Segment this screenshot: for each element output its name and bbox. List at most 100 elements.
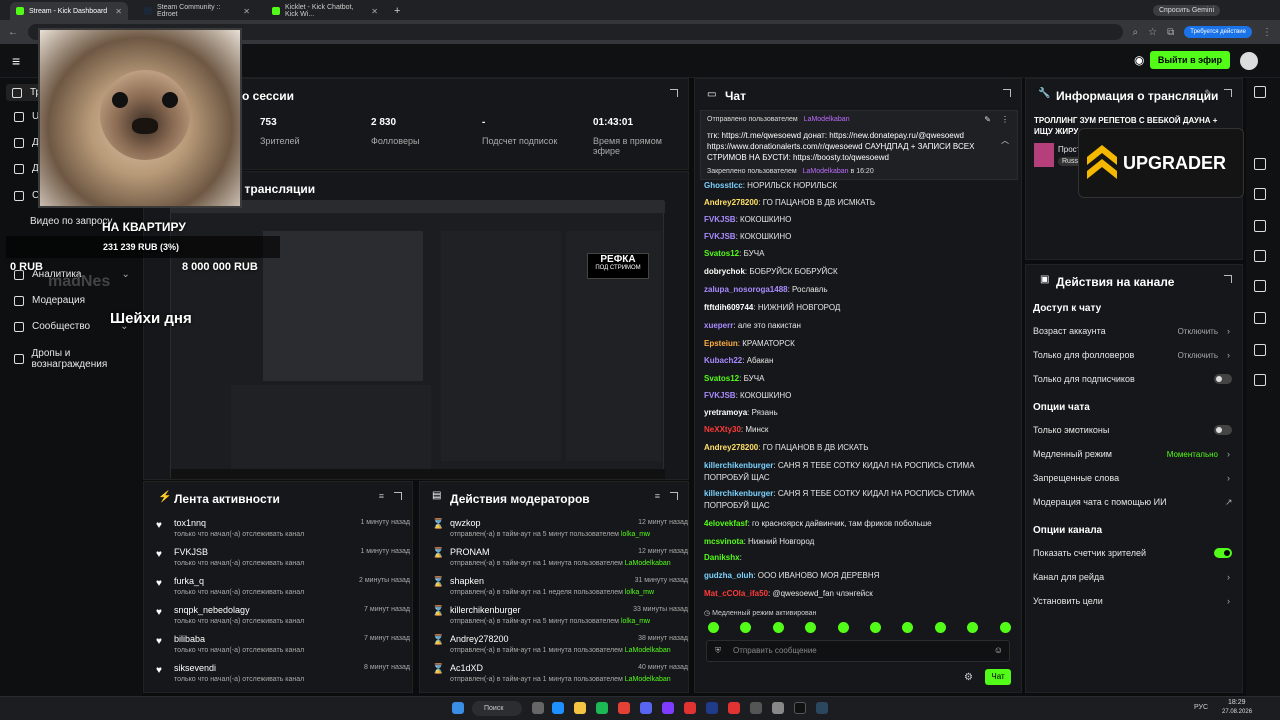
activity-item[interactable]: ♥ snqpk_nebedolagy только что начал(-а) от… xyxy=(152,603,410,632)
chat-input[interactable]: ⛨ Отправить сообщение ☺ xyxy=(706,640,1010,662)
hamburger-icon[interactable]: ≡ xyxy=(12,53,20,69)
new-tab-icon[interactable]: + xyxy=(394,5,400,17)
chat-message[interactable]: yretramoya: Рязань xyxy=(704,407,1016,419)
chat-message[interactable]: Epsteiun: КРАМАТОРСК xyxy=(704,338,1016,350)
edge-icon[interactable] xyxy=(552,702,564,714)
option-select[interactable]: Моментально xyxy=(1150,450,1218,459)
option-toggle[interactable] xyxy=(1214,374,1232,384)
chat-username[interactable]: Kubach22 xyxy=(704,356,742,365)
browser-tab[interactable]: Steam Community :: Edroet ✕ xyxy=(138,2,256,20)
chat-username[interactable]: killerchikenburger xyxy=(704,461,773,470)
chat-message[interactable]: Svatos12: БУЧА xyxy=(704,373,1016,385)
activity-username[interactable]: snqpk_nebedolagy xyxy=(174,605,250,615)
go-live-button[interactable]: Выйти в эфир xyxy=(1149,51,1230,69)
task-view-icon[interactable] xyxy=(532,702,544,714)
chat-username[interactable]: Andrey278200 xyxy=(704,198,758,207)
twitch-icon[interactable] xyxy=(662,702,674,714)
youtube-icon[interactable] xyxy=(728,702,740,714)
sidebar-item-vod[interactable]: Видео по запросу xyxy=(30,216,112,227)
notification-icon[interactable]: ◉ xyxy=(1134,53,1144,67)
chat-message[interactable]: FVKJSB: КОКОШКИНО xyxy=(704,390,1016,402)
chevron-right-icon[interactable]: › xyxy=(1227,572,1230,582)
chat-message[interactable]: Andrey278200: ГО ПАЦАНОВ В ДВ ИСКАТЬ xyxy=(704,442,1016,454)
more-icon[interactable]: ⋮ xyxy=(1001,115,1009,124)
chat-username[interactable]: dobrychok xyxy=(704,267,745,276)
sidebar-item-moderation[interactable]: Модерация xyxy=(14,295,85,306)
activity-username[interactable]: furka_q xyxy=(174,576,204,586)
option-select[interactable]: Отключить xyxy=(1150,351,1218,360)
activity-item[interactable]: ♥ bilibaba только что начал(-а) отслеживат… xyxy=(152,632,410,661)
activity-username[interactable]: siksevendi xyxy=(174,663,216,673)
chat-username[interactable]: FVKJSB xyxy=(704,215,736,224)
moderated-username[interactable]: killerchikenburger xyxy=(450,605,521,615)
moderated-username[interactable]: Ac1dXD xyxy=(450,663,483,673)
emote-icon[interactable] xyxy=(772,622,784,633)
close-icon[interactable]: ✕ xyxy=(243,7,250,16)
layout-icon[interactable] xyxy=(1254,86,1266,98)
rail-chat-icon[interactable] xyxy=(1254,250,1266,262)
chat-message[interactable]: Svatos12: БУЧА xyxy=(704,248,1016,260)
moderator-name[interactable]: LaModelkaban xyxy=(625,647,671,654)
chat-username[interactable]: Ghosstlcc xyxy=(704,181,743,190)
chevron-up-icon[interactable]: ︿ xyxy=(1001,135,1009,146)
emote-icon[interactable] xyxy=(999,622,1011,633)
moderated-username[interactable]: PRONAM xyxy=(450,547,490,557)
emote-icon[interactable] xyxy=(708,622,719,633)
moderator-action-item[interactable]: ⌛ Ac1dXD отправлен(-а) в тайм-аут на 1 мин… xyxy=(428,661,688,690)
extensions-icon[interactable]: ⧉ xyxy=(1167,27,1174,38)
chat-message[interactable]: FVKJSB: КОКОШКИНО xyxy=(704,214,1016,226)
option-toggle[interactable] xyxy=(1214,548,1232,558)
activity-username[interactable]: tox1nnq xyxy=(174,518,206,528)
menu-icon[interactable]: ⋮ xyxy=(1262,27,1272,38)
expand-icon[interactable] xyxy=(394,492,402,500)
activity-item[interactable]: ♥ furka_q только что начал(-а) отслеживать… xyxy=(152,574,410,603)
expand-icon[interactable] xyxy=(1224,275,1232,283)
expand-icon[interactable] xyxy=(1003,89,1011,97)
steam-icon[interactable] xyxy=(816,702,828,714)
chat-message[interactable]: Mat_cCOla_ifa50: @qwesoewd_fan члэнгейск xyxy=(704,588,1016,600)
chat-message[interactable]: killerchikenburger: САНЯ Я ТЕБЕ СОТКУ КИ… xyxy=(704,488,1016,512)
chat-username[interactable]: ftftdih609744 xyxy=(704,303,753,312)
avatar[interactable] xyxy=(1240,52,1258,70)
search-icon[interactable]: ⌕ xyxy=(1133,27,1139,38)
pin-icon[interactable]: ✎ xyxy=(984,115,991,124)
sidebar-item-d1[interactable]: Д xyxy=(14,137,39,148)
moderated-username[interactable]: qwzkop xyxy=(450,518,481,528)
chat-message[interactable]: 4elovekfasf: го красноярск дайвинчик, та… xyxy=(704,518,1016,530)
activity-item[interactable]: ♥ tox1nnq только что начал(-а) отслеживать… xyxy=(152,516,410,545)
expand-icon[interactable] xyxy=(670,89,678,97)
chevron-right-icon[interactable]: › xyxy=(1227,473,1230,483)
taskbar-search[interactable]: Поиск xyxy=(472,701,522,716)
chat-message[interactable]: Kubach22: Абакан xyxy=(704,355,1016,367)
browser-tab[interactable]: Kicklet - Kick Chatbot, Kick Wi... ✕ xyxy=(266,2,384,20)
chat-username[interactable]: Andrey278200 xyxy=(704,443,758,452)
chat-username[interactable]: xueperr xyxy=(704,321,733,330)
activity-item[interactable]: ♥ FVKJSB только что начал(-а) отслеживать … xyxy=(152,545,410,574)
settings-gear-icon[interactable]: ⚙ xyxy=(964,672,973,683)
chat-message[interactable]: ftftdih609744: НИЖНИЙ НОВГОРОД xyxy=(704,302,1016,314)
sidebar-item-d2[interactable]: Д xyxy=(14,163,39,174)
send-chat-button[interactable]: Чат xyxy=(985,669,1011,685)
activity-username[interactable]: FVKJSB xyxy=(174,547,208,557)
settings-icon[interactable] xyxy=(772,702,784,714)
audition-icon[interactable] xyxy=(706,702,718,714)
moderator-action-item[interactable]: ⌛ PRONAM отправлен(-а) в тайм-аут на 1 мин… xyxy=(428,545,688,574)
chat-username[interactable]: 4elovekfasf xyxy=(704,519,748,528)
chat-message[interactable]: mcsvinota: Нижний Новгород xyxy=(704,536,1016,548)
clock-date[interactable]: 27.08.2026 xyxy=(1222,709,1252,715)
spotify-icon[interactable] xyxy=(596,702,608,714)
chat-username[interactable]: Svatos12 xyxy=(704,249,739,258)
option-toggle[interactable] xyxy=(1214,425,1232,435)
chat-message[interactable]: dobrychok: БОБРУЙСК БОБРУЙСК xyxy=(704,266,1016,278)
chat-username[interactable]: NeXXty30 xyxy=(704,425,741,434)
expand-icon[interactable] xyxy=(1224,89,1232,97)
emoji-icon[interactable]: ☺ xyxy=(994,645,1003,655)
close-icon[interactable]: ✕ xyxy=(371,7,378,16)
chat-message[interactable]: zalupa_nosoroga1488: Рославль xyxy=(704,284,1016,296)
filter-icon[interactable]: ≡ xyxy=(379,491,384,501)
explorer-icon[interactable] xyxy=(574,702,586,714)
sidebar-item-drops[interactable]: Дропы и вознаграждения xyxy=(14,348,142,370)
chat-username[interactable]: FVKJSB xyxy=(704,391,736,400)
emote-icon[interactable] xyxy=(934,622,946,633)
activity-item[interactable]: ♥ siksevendi только что начал(-а) отслежив… xyxy=(152,661,410,690)
